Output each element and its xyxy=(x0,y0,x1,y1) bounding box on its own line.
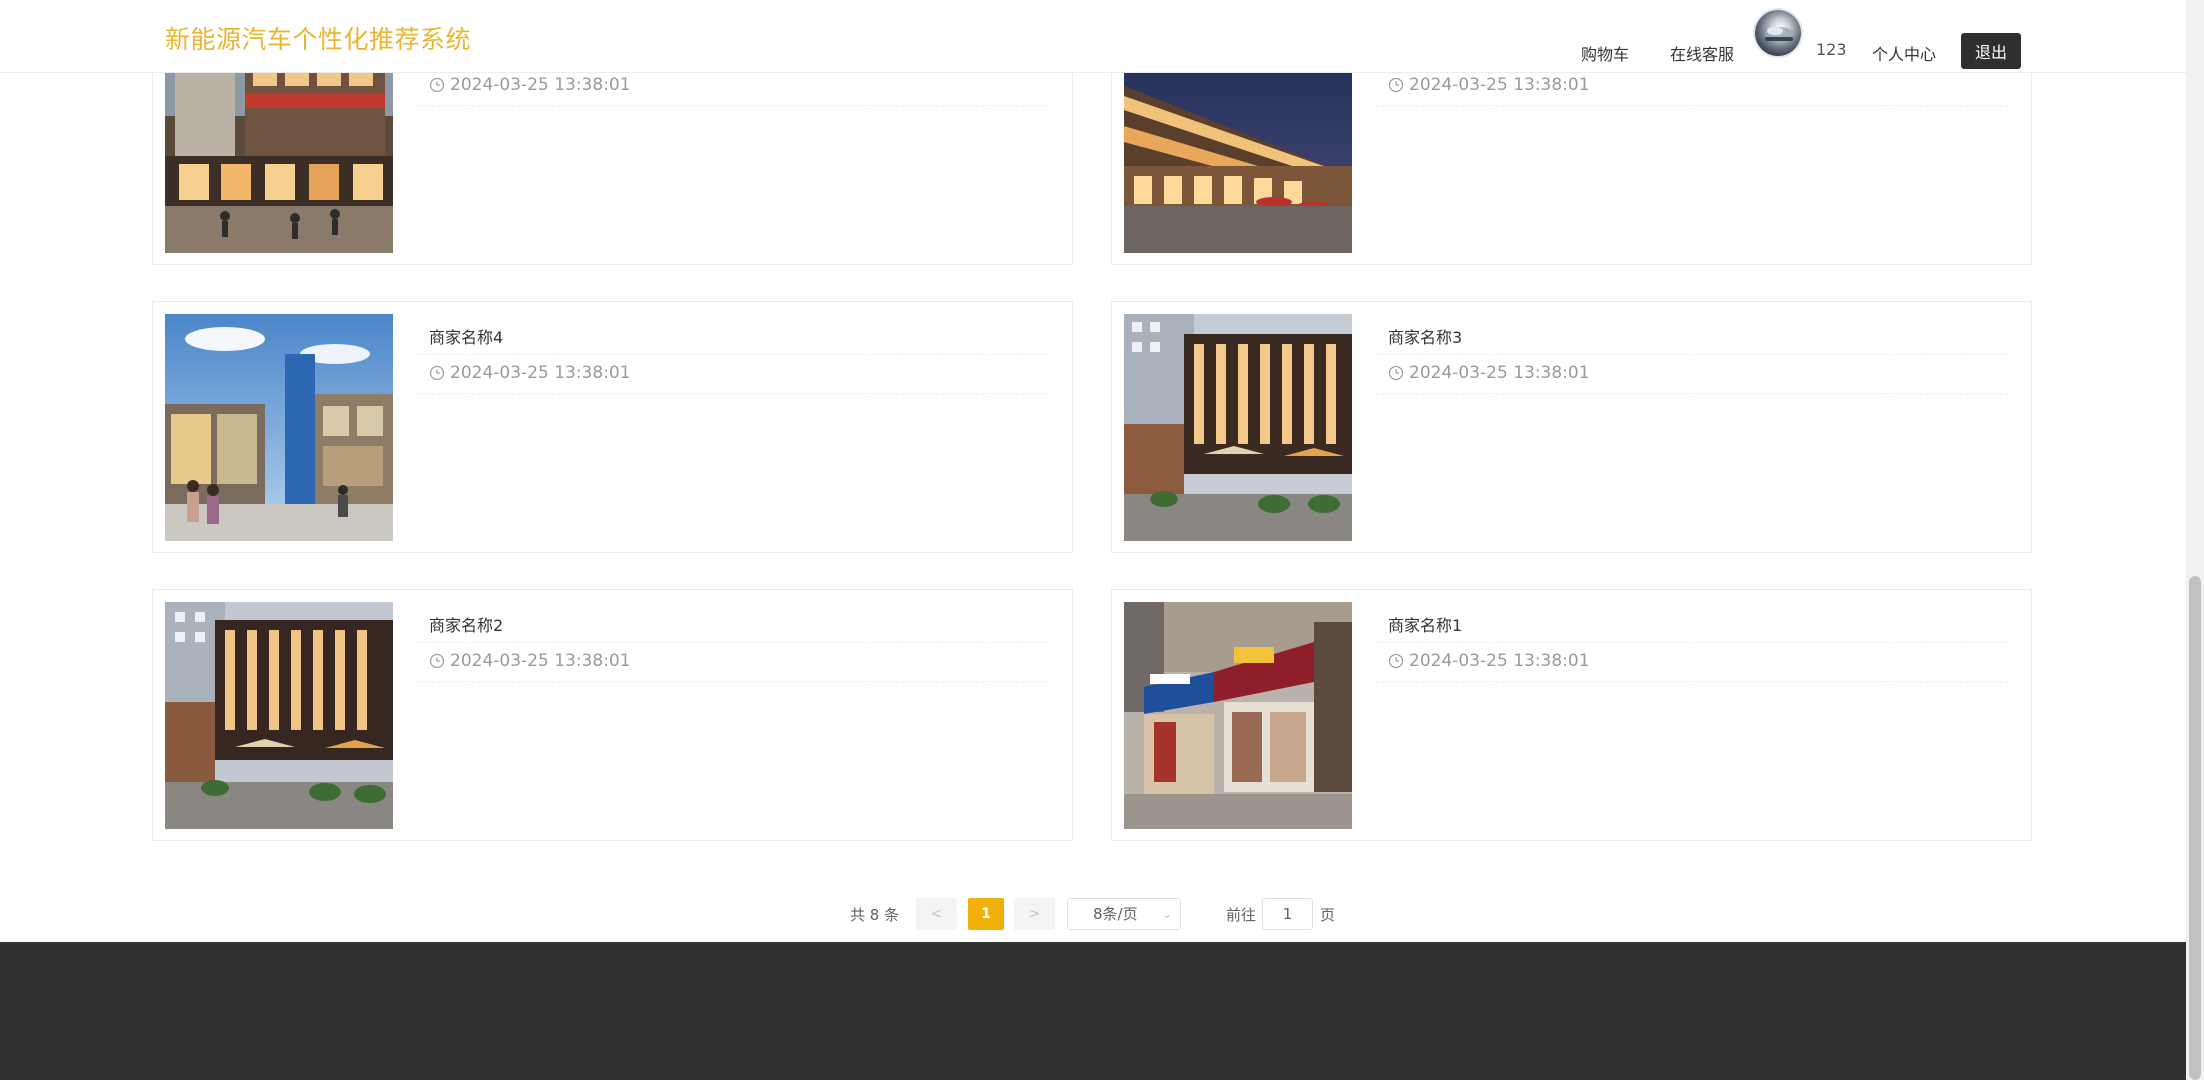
merchant-image xyxy=(1124,314,1352,541)
divider xyxy=(1376,681,2008,682)
page-size-value: 8条/页 xyxy=(1093,905,1138,923)
chevron-down-icon: ⌄ xyxy=(1161,907,1172,921)
page-footer xyxy=(0,942,2186,1080)
divider xyxy=(1376,393,2008,394)
merchant-image xyxy=(165,314,393,541)
merchant-date-text: 2024-03-25 13:38:01 xyxy=(450,363,631,383)
merchant-date-text: 2024-03-25 13:38:01 xyxy=(1409,651,1590,671)
merchant-card[interactable]: 商家名称2 2024-03-25 13:38:01 xyxy=(152,589,1073,841)
divider xyxy=(1376,354,2008,355)
page-size-select[interactable]: 8条/页 ⌄ xyxy=(1067,898,1181,930)
merchant-date: 2024-03-25 13:38:01 xyxy=(1388,651,1590,671)
nav-cart-link[interactable]: 购物车 xyxy=(1581,41,1629,65)
merchant-date: 2024-03-25 13:38:01 xyxy=(429,651,631,671)
merchant-date: 2024-03-25 13:38:01 xyxy=(429,363,631,383)
divider xyxy=(417,642,1049,643)
pagination-page-1[interactable]: 1 xyxy=(968,898,1004,930)
merchant-card[interactable]: 商家名称4 2024-03-25 13:38:01 xyxy=(152,301,1073,553)
pagination-total: 共 8 条 xyxy=(850,906,900,924)
divider xyxy=(417,105,1049,106)
merchant-name: 商家名称2 xyxy=(429,616,504,635)
clock-icon xyxy=(429,365,445,381)
clock-icon xyxy=(1388,653,1404,669)
merchant-date: 2024-03-25 13:38:01 xyxy=(1388,75,1590,95)
page: 新能源汽车个性化推荐系统 购物车 在线客服 123 个人中心 退出 2024-0… xyxy=(0,0,2204,1080)
goto-label: 前往 xyxy=(1226,906,1257,924)
clock-icon xyxy=(429,77,445,93)
merchant-name: 商家名称3 xyxy=(1388,328,1463,347)
merchant-card[interactable]: 商家名称3 2024-03-25 13:38:01 xyxy=(1111,301,2032,553)
pagination-prev-button[interactable]: < xyxy=(916,898,957,930)
merchant-card[interactable]: 商家名称1 2024-03-25 13:38:01 xyxy=(1111,589,2032,841)
goto-page-input[interactable] xyxy=(1262,898,1313,930)
merchant-image xyxy=(1124,602,1352,829)
merchant-date-text: 2024-03-25 13:38:01 xyxy=(450,651,631,671)
divider xyxy=(1376,105,2008,106)
username-label: 123 xyxy=(1816,40,1847,59)
divider xyxy=(417,393,1049,394)
merchant-image xyxy=(165,602,393,829)
clock-icon xyxy=(1388,365,1404,381)
merchant-date: 2024-03-25 13:38:01 xyxy=(429,75,631,95)
nav-profile-link[interactable]: 个人中心 xyxy=(1872,41,1936,65)
goto-unit-label: 页 xyxy=(1320,906,1336,924)
divider xyxy=(1376,642,2008,643)
clock-icon xyxy=(1388,77,1404,93)
nav-service-link[interactable]: 在线客服 xyxy=(1670,41,1734,65)
top-header: 新能源汽车个性化推荐系统 购物车 在线客服 123 个人中心 退出 xyxy=(0,0,2186,73)
user-avatar[interactable] xyxy=(1755,10,1801,56)
divider xyxy=(417,354,1049,355)
logout-button[interactable]: 退出 xyxy=(1961,33,2021,69)
site-brand[interactable]: 新能源汽车个性化推荐系统 xyxy=(165,20,471,56)
pagination-next-button[interactable]: > xyxy=(1014,898,1055,930)
merchant-date-text: 2024-03-25 13:38:01 xyxy=(1409,363,1590,383)
merchant-date-text: 2024-03-25 13:38:01 xyxy=(450,75,631,95)
merchant-name: 商家名称1 xyxy=(1388,616,1463,635)
merchant-date: 2024-03-25 13:38:01 xyxy=(1388,363,1590,383)
divider xyxy=(417,681,1049,682)
scrollbar-thumb[interactable] xyxy=(2189,576,2201,1080)
merchant-name: 商家名称4 xyxy=(429,328,504,347)
clock-icon xyxy=(429,653,445,669)
merchant-date-text: 2024-03-25 13:38:01 xyxy=(1409,75,1590,95)
